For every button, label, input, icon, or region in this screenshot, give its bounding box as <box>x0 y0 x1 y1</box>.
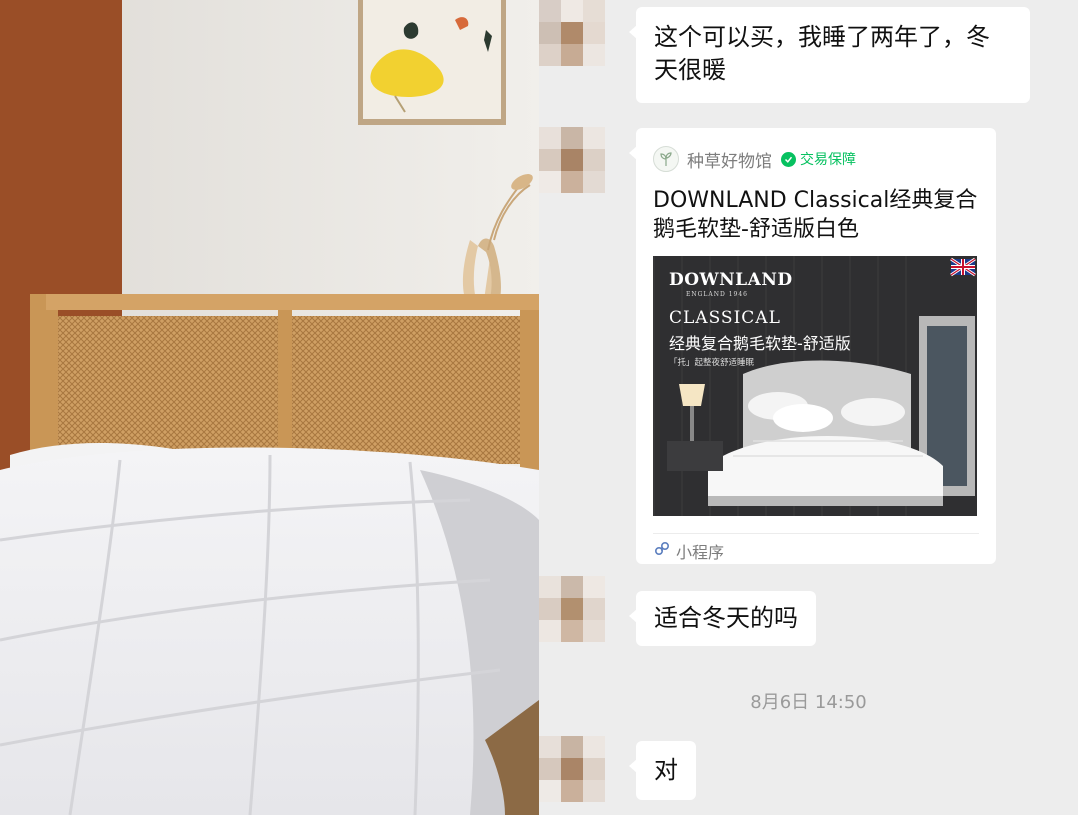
sprout-logo-icon <box>653 146 679 172</box>
card-footer: 小程序 <box>653 539 724 563</box>
image-series: CLASSICAL <box>669 308 781 328</box>
image-tagline: 「托」起整夜舒适睡眠 <box>669 358 755 368</box>
guarantee-label: 交易保障 <box>800 152 856 168</box>
product-image: DOWNLAND ENGLAND 1946 CLASSICAL 经典复合鹅毛软垫… <box>653 256 977 516</box>
card-divider <box>653 533 979 534</box>
shield-check-icon <box>781 151 796 167</box>
sender-avatar[interactable] <box>539 576 605 642</box>
card-header: 种草好物馆 交易保障 <box>653 146 856 172</box>
feather-topper <box>0 447 539 815</box>
image-brand: DOWNLAND <box>669 270 793 290</box>
message-bubble[interactable]: 对 <box>629 741 696 800</box>
message-text: 适合冬天的吗 <box>654 604 798 632</box>
chat-timestamp: 8月6日 14:50 <box>750 692 867 713</box>
sender-avatar[interactable] <box>539 127 605 193</box>
mini-program-link-icon <box>653 540 671 562</box>
union-jack-flag-icon <box>950 257 976 277</box>
card-title: DOWNLAND Classical经典复合鹅毛软垫-舒适版白色 <box>653 188 978 242</box>
sender-avatar[interactable] <box>539 0 605 66</box>
bedroom-photo <box>0 0 539 815</box>
card-source-name: 种草好物馆 <box>687 151 772 172</box>
image-brand-sub: ENGLAND 1946 <box>686 291 748 298</box>
chat-panel[interactable]: 这个可以买，我睡了两年了，冬 天很暖 种草好物馆 交易保障 DOWNLAND C… <box>539 0 1078 815</box>
wall-art <box>358 0 506 125</box>
sender-avatar[interactable] <box>539 736 605 802</box>
message-bubble[interactable]: 这个可以买，我睡了两年了，冬 天很暖 <box>629 7 1030 103</box>
message-text: 对 <box>654 756 678 784</box>
message-text: 这个可以买，我睡了两年了，冬 天很暖 <box>654 23 990 84</box>
image-product-name: 经典复合鹅毛软垫-舒适版 <box>669 334 851 353</box>
mini-program-label: 小程序 <box>676 543 725 562</box>
message-bubble[interactable]: 适合冬天的吗 <box>629 591 816 646</box>
mini-program-card[interactable]: 种草好物馆 交易保障 DOWNLAND Classical经典复合鹅毛软垫-舒适… <box>629 128 996 564</box>
